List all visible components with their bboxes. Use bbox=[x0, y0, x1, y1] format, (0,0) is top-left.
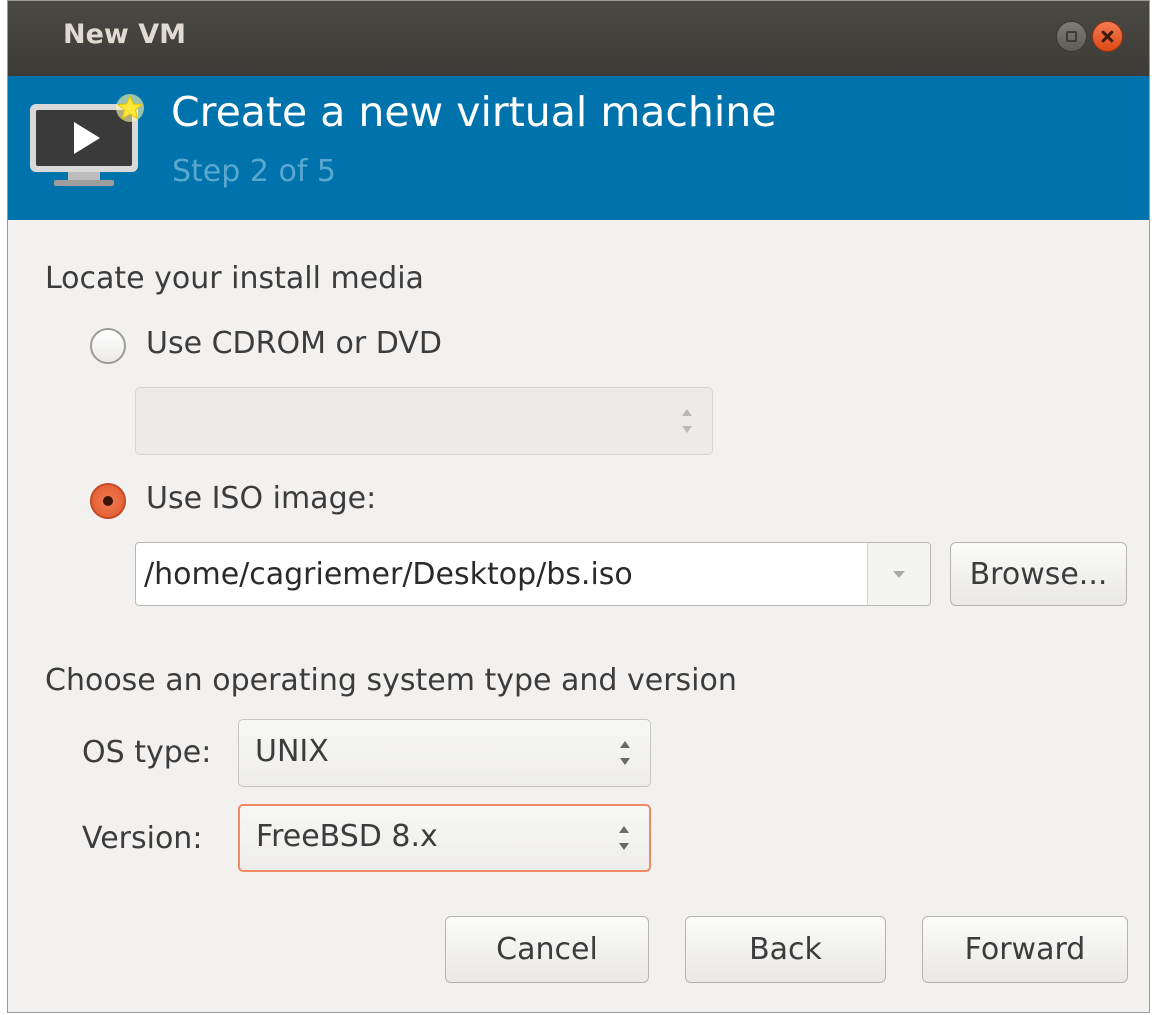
cdrom-radio[interactable] bbox=[90, 328, 126, 364]
os-version-select[interactable]: FreeBSD 8.x bbox=[238, 804, 651, 872]
iso-path-input[interactable] bbox=[136, 543, 866, 605]
cdrom-radio-label[interactable]: Use CDROM or DVD bbox=[146, 326, 442, 361]
os-type-select[interactable]: UNIX bbox=[238, 719, 651, 787]
os-type-label: OS type: bbox=[82, 735, 212, 770]
cancel-button[interactable]: Cancel bbox=[445, 916, 649, 983]
iso-path-combo[interactable] bbox=[135, 542, 931, 606]
updown-arrows-icon bbox=[617, 826, 631, 850]
close-button[interactable] bbox=[1092, 21, 1123, 52]
os-version-value: FreeBSD 8.x bbox=[256, 819, 438, 854]
new-vm-dialog: New VM Create a new virtual machine Step… bbox=[7, 0, 1150, 1013]
browse-button[interactable]: Browse... bbox=[950, 542, 1127, 606]
wizard-header: Create a new virtual machine Step 2 of 5 bbox=[8, 76, 1149, 220]
window-title: New VM bbox=[63, 19, 187, 50]
back-button[interactable]: Back bbox=[685, 916, 886, 983]
iso-history-dropdown-button[interactable] bbox=[867, 543, 930, 605]
os-heading: Choose an operating system type and vers… bbox=[45, 663, 737, 698]
vm-monitor-new-icon bbox=[30, 94, 144, 186]
updown-arrows-icon bbox=[680, 409, 694, 433]
forward-button[interactable]: Forward bbox=[922, 916, 1128, 983]
iso-radio[interactable] bbox=[90, 483, 126, 519]
updown-arrows-icon bbox=[618, 741, 632, 765]
install-media-heading: Locate your install media bbox=[45, 261, 424, 296]
version-label: Version: bbox=[82, 821, 203, 856]
wizard-title: Create a new virtual machine bbox=[171, 88, 777, 136]
maximize-button[interactable] bbox=[1056, 21, 1087, 52]
cdrom-device-select[interactable] bbox=[135, 387, 713, 455]
iso-radio-label[interactable]: Use ISO image: bbox=[146, 481, 376, 516]
title-bar[interactable]: New VM bbox=[8, 1, 1149, 76]
wizard-step: Step 2 of 5 bbox=[172, 154, 337, 189]
os-type-value: UNIX bbox=[255, 734, 329, 769]
